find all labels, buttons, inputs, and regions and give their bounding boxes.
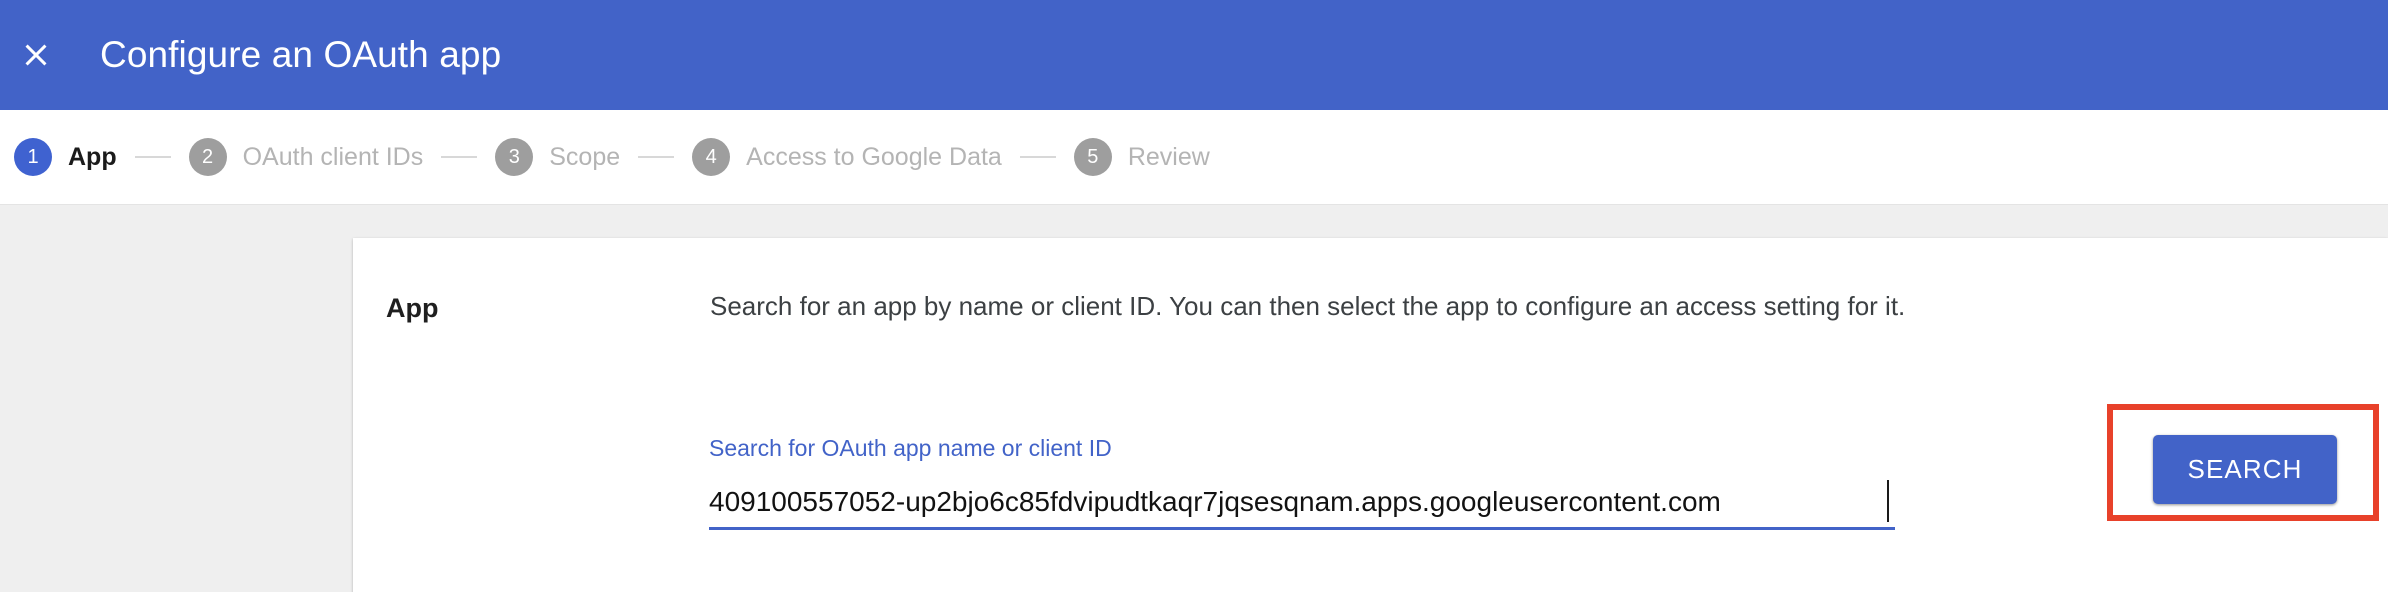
close-button[interactable] [0, 0, 72, 110]
step-connector-3 [638, 156, 675, 158]
step-number-5: 5 [1073, 138, 1112, 176]
stepper-step-review[interactable]: 5 Review [1073, 138, 1210, 176]
step-connector-4 [1019, 156, 1056, 158]
search-input[interactable] [709, 478, 1895, 526]
close-icon [25, 44, 47, 66]
stepper-step-app[interactable]: 1 App [14, 138, 117, 176]
search-input-label: Search for OAuth app name or client ID [709, 435, 1112, 461]
stepper: 1 App 2 OAuth client IDs 3 Scope 4 Acces… [0, 110, 2388, 205]
step-number-1: 1 [14, 138, 52, 176]
page-title: Configure an OAuth app [100, 34, 502, 75]
step-label-review: Review [1127, 142, 1210, 171]
search-button[interactable]: SEARCH [2153, 435, 2337, 504]
step-connector-1 [134, 156, 171, 158]
step-connector-2 [441, 156, 478, 158]
step-number-2: 2 [188, 138, 227, 176]
stepper-step-oauth-client-ids[interactable]: 2 OAuth client IDs [188, 138, 424, 176]
step-label-scope: Scope [549, 142, 621, 171]
stepper-step-scope[interactable]: 3 Scope [495, 138, 620, 176]
step-label-access-to-google-data: Access to Google Data [746, 142, 1002, 171]
app-section-card: App Search for an app by name or client … [353, 238, 2388, 592]
dialog-header: Configure an OAuth app [0, 0, 2388, 110]
section-description: Search for an app by name or client ID. … [710, 291, 1906, 321]
stepper-step-access-to-google-data[interactable]: 4 Access to Google Data [692, 138, 1002, 176]
step-label-oauth-client-ids: OAuth client IDs [242, 142, 424, 171]
section-title-app: App [386, 293, 439, 323]
step-number-4: 4 [692, 138, 731, 176]
step-number-3: 3 [495, 138, 534, 176]
search-field-group: Search for OAuth app name or client ID [709, 435, 1895, 530]
text-caret [1887, 480, 1889, 522]
content-background: App Search for an app by name or client … [0, 205, 2388, 592]
oauth-configure-dialog: Configure an OAuth app 1 App 2 OAuth cli… [0, 0, 2388, 592]
app-section-inner: App Search for an app by name or client … [353, 238, 2388, 592]
step-label-app: App [68, 142, 117, 171]
search-input-row[interactable] [709, 478, 1895, 530]
